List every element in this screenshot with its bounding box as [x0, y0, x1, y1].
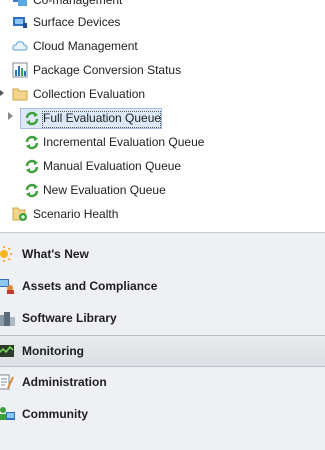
scenario-health-icon [12, 207, 27, 221]
administration-icon [0, 374, 14, 390]
workspace-label: Assets and Compliance [22, 279, 158, 293]
tree-item-label: Package Conversion Status [33, 63, 182, 77]
tree-item-label: Incremental Evaluation Queue [43, 135, 205, 149]
workspace-administration[interactable]: Administration [0, 367, 325, 397]
refresh-queue-icon [25, 111, 39, 126]
folder-icon [12, 88, 28, 101]
starburst-icon [0, 246, 12, 262]
workspace-label: Monitoring [22, 344, 84, 358]
tree-item-label: Co-management [33, 0, 123, 7]
workspace-label: What's New [22, 247, 89, 261]
workspace-whats-new[interactable]: What's New [0, 239, 325, 269]
tree-item-label: Scenario Health [33, 207, 119, 221]
tree-item-label: Surface Devices [33, 15, 121, 29]
workspace-label: Software Library [22, 311, 117, 325]
workspace-assets-and-compliance[interactable]: Assets and Compliance [0, 271, 325, 301]
refresh-queue-icon [25, 135, 39, 150]
workspace-label: Administration [22, 375, 107, 389]
refresh-queue-icon [25, 159, 39, 174]
assets-icon [0, 279, 14, 294]
tree-item-label: Cloud Management [33, 39, 138, 53]
tree-item-label: Manual Evaluation Queue [43, 159, 182, 173]
co-management-icon [13, 0, 27, 6]
collapse-arrow-icon[interactable] [0, 90, 4, 96]
tree-item-label: New Evaluation Queue [43, 183, 166, 197]
tree-item-label: Full Evaluation Queue [43, 111, 162, 125]
expand-arrow-icon[interactable] [8, 112, 13, 120]
community-icon [0, 407, 15, 420]
navigation-tree: Co-management Surface Devices Cloud Mana… [0, 0, 325, 230]
refresh-queue-icon [25, 183, 39, 198]
surface-devices-icon [13, 17, 27, 28]
software-library-icon [0, 312, 15, 326]
workspace-monitoring[interactable]: Monitoring [0, 335, 325, 367]
workspace-label: Community [22, 407, 88, 421]
tree-item-label: Collection Evaluation [33, 87, 146, 101]
bar-chart-icon [12, 62, 28, 78]
cloud-icon [12, 41, 28, 51]
workspace-software-library[interactable]: Software Library [0, 303, 325, 333]
monitoring-icon [0, 345, 14, 357]
workspace-switcher: What's New Assets and Compliance Softwar… [0, 232, 325, 450]
workspace-community[interactable]: Community [0, 399, 325, 429]
